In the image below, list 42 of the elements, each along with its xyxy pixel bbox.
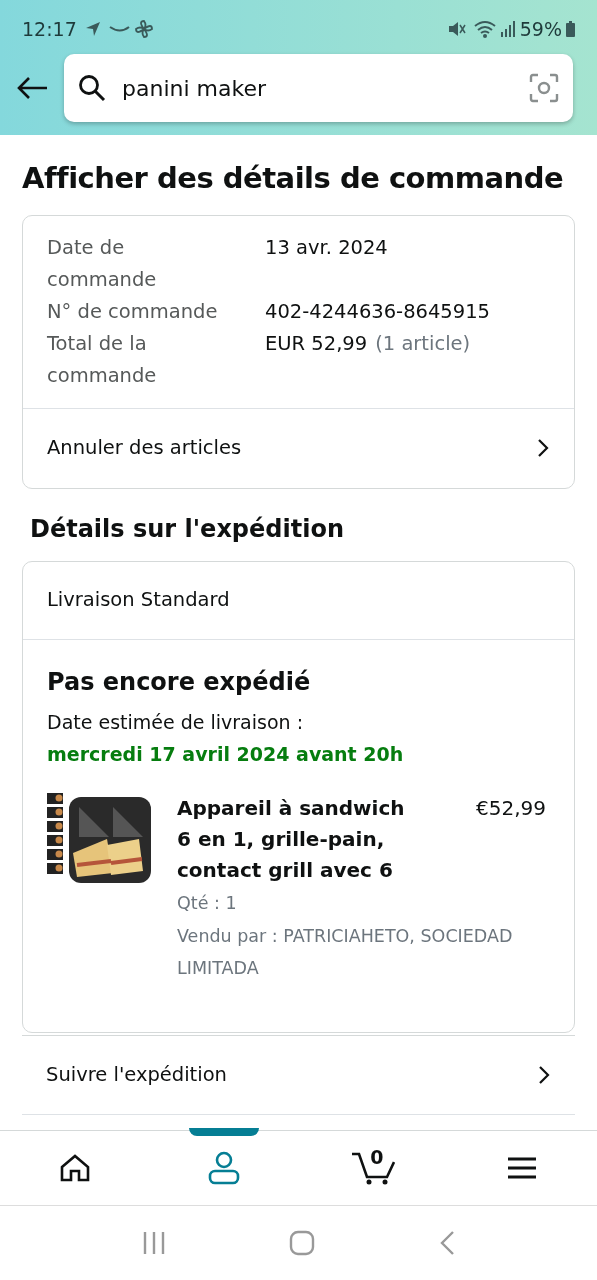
shipment-status: Pas encore expédié [47,666,312,698]
section-heading: Détails sur l'expédition [30,513,345,545]
delivery-date: mercredi 17 avril 2024 avant 20h [47,742,405,767]
field-label: Date de commande [47,234,158,293]
quantity: Qté : 1 [177,891,238,915]
item-count: (1 article) [375,330,471,357]
delivery-estimate-label: Date estimée de livraison : [47,709,305,735]
back-button[interactable] [16,75,48,101]
home-button-icon[interactable] [289,1230,316,1256]
track-shipment-row[interactable]: Suivre l'expédition [22,1034,575,1115]
cart-icon [351,1151,396,1185]
seller: Vendu par : PATRICIAHETO, SOCIEDAD LIMITADA [177,924,514,980]
account-icon[interactable] [206,1151,241,1185]
field-value: EUR 52,99 [265,330,368,357]
cancel-items-row[interactable]: Annuler des articles [23,407,574,488]
shipping-method: Livraison Standard [47,587,230,614]
menu-icon[interactable] [507,1156,538,1180]
field-label: Total de la commande [47,330,158,389]
status-time: 12:17 [22,16,77,42]
product-title: Appareil à sandwich 6 en 1, grille-pain, contact grill avec 6 [177,794,406,884]
wifi-icon [473,20,496,38]
field-label: N° de commande [47,298,219,325]
smile-icon [108,24,131,34]
mute-icon [447,20,466,38]
back-icon [16,76,48,101]
search-icon [78,74,106,102]
search-field[interactable]: panini maker [120,70,529,106]
page-title: Afficher des détails de commande [22,160,565,197]
battery-icon [566,21,575,37]
location-icon [84,21,101,37]
product-price: €52,99 [476,794,546,822]
field-value: 402-4244636-8645915 [265,298,490,325]
signal-icon [499,21,516,37]
chevron-right-icon [536,438,550,458]
field-value: 13 avr. 2024 [265,234,388,261]
battery-percent: 59% [519,16,562,42]
fan-icon [134,20,153,38]
chevron-right-icon [537,1064,551,1085]
home-icon[interactable] [59,1154,90,1182]
cart-button[interactable]: 0 [351,1151,396,1185]
search-bar[interactable]: panini maker [64,54,573,122]
camera-scan-icon[interactable] [529,73,559,103]
